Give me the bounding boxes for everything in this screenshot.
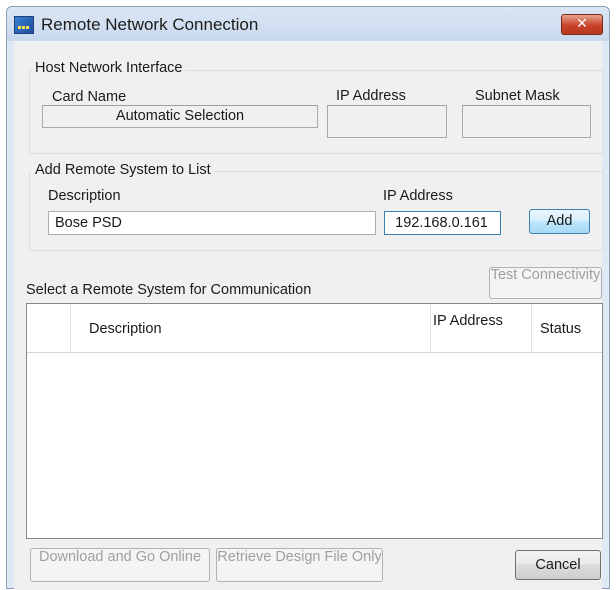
list-header: Description IP Address Status [27,304,602,353]
cancel-button[interactable]: Cancel [515,550,601,580]
description-input[interactable] [48,211,376,235]
retrieve-design-file-button[interactable]: Retrieve Design File Only [216,548,383,582]
subnet-mask-label: Subnet Mask [475,88,560,104]
test-connectivity-button[interactable]: Test Connectivity [489,267,602,299]
close-button[interactable]: ✕ [561,14,603,35]
card-name-field: Automatic Selection [42,105,318,128]
add-remote-system-title: Add Remote System to List [32,162,214,178]
download-and-go-online-button[interactable]: Download and Go Online [30,548,210,582]
column-header-status[interactable]: Status [532,304,602,352]
column-header-ip-address[interactable]: IP Address [431,304,532,352]
subnet-mask-field [462,105,591,138]
title-bar[interactable]: Remote Network Connection ✕ [7,7,609,41]
network-app-icon [14,16,34,34]
remote-network-connection-dialog: Remote Network Connection ✕ Host Network… [6,6,610,590]
host-ip-address-label: IP Address [336,88,406,104]
add-button[interactable]: Add [529,209,590,234]
dialog-body: Host Network Interface Card Name Automat… [14,41,604,590]
card-name-label: Card Name [52,89,127,105]
remote-ip-address-label: IP Address [383,188,453,204]
remote-ip-address-input[interactable] [384,211,501,235]
remote-systems-list[interactable]: Description IP Address Status [26,303,603,539]
description-label: Description [48,188,121,204]
window-title: Remote Network Connection [41,15,259,34]
select-remote-system-label: Select a Remote System for Communication [26,282,312,298]
column-header-description[interactable]: Description [71,304,431,352]
host-ip-address-field [327,105,447,138]
column-header-select[interactable] [27,304,71,352]
host-network-interface-title: Host Network Interface [32,60,186,76]
